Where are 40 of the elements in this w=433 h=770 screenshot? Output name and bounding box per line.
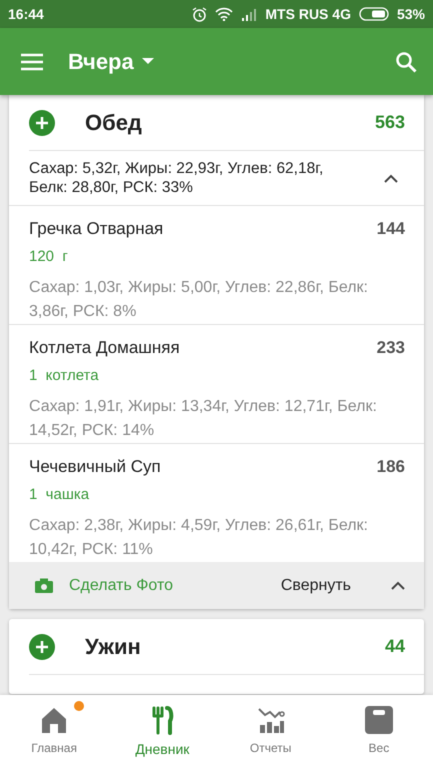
- signal-icon: [241, 8, 258, 20]
- food-name[interactable]: Гречка Отварная: [29, 216, 164, 242]
- food-nutrients: Сахар: 2,38г, Жиры: 4,59г, Углев: 26,61г, Белк: 10,42г, РСК: 11%: [29, 516, 369, 560]
- status-time: 16:44: [8, 4, 44, 24]
- battery-icon: [358, 7, 389, 21]
- food-name[interactable]: Котлета Домашняя: [29, 335, 180, 360]
- nav-tab[interactable]: Дневник: [108, 695, 216, 770]
- food-portion: 1 чашка: [29, 484, 90, 504]
- photo-button[interactable]: Сделать Фото: [35, 574, 174, 598]
- meal-calories: 563: [374, 111, 405, 134]
- food-name[interactable]: Чечевичный Суп: [29, 454, 161, 480]
- meal-name: Ужин: [85, 633, 141, 661]
- food-calories: 233: [376, 337, 405, 359]
- menu-icon[interactable]: [20, 52, 44, 70]
- food-nutrients: Сахар: 1,03г, Жиры: 5,00г, Углев: 22,86г, Белк: 3,86г, РСК: 8%: [29, 278, 369, 322]
- nav-tab[interactable]: Главная: [0, 695, 108, 770]
- food-calories: 186: [376, 456, 405, 478]
- food-calories: 144: [376, 218, 405, 240]
- add-icon[interactable]: [29, 110, 55, 136]
- food-portion: 120 г: [29, 246, 69, 266]
- meal-summary: Сахар: 5,32г, Жиры: 22,93г, Углев: 62,18г, Белк: 28,80г, РСК: 33%: [29, 159, 324, 197]
- food-nutrients: Сахар: 1,91г, Жиры: 13,34г, Углев: 12,71г, Белк: 14,52г, РСК: 14%: [29, 397, 378, 441]
- food-portion: 1 котлета: [29, 366, 100, 386]
- chevron-up-icon[interactable]: [384, 174, 398, 182]
- chevron-up-icon[interactable]: [391, 581, 405, 590]
- wifi-icon: [215, 7, 234, 21]
- meal-name: Обед: [85, 109, 142, 137]
- scale-icon: [364, 705, 394, 735]
- search-icon[interactable]: [395, 50, 417, 72]
- battery-level: 53%: [396, 4, 425, 24]
- date-dropdown[interactable]: Вчера: [68, 45, 154, 78]
- carrier-name: MTS RUS 4G: [265, 4, 351, 24]
- collapse-button[interactable]: Свернуть: [280, 574, 351, 598]
- nav-tab[interactable]: Вес: [324, 695, 433, 770]
- add-icon[interactable]: [29, 634, 55, 660]
- caret-icon: [142, 58, 154, 65]
- meal-calories: 44: [384, 635, 405, 658]
- nav-tab[interactable]: Отчеты: [216, 695, 325, 770]
- alarm-icon: [192, 6, 208, 22]
- camera-icon: [35, 578, 53, 593]
